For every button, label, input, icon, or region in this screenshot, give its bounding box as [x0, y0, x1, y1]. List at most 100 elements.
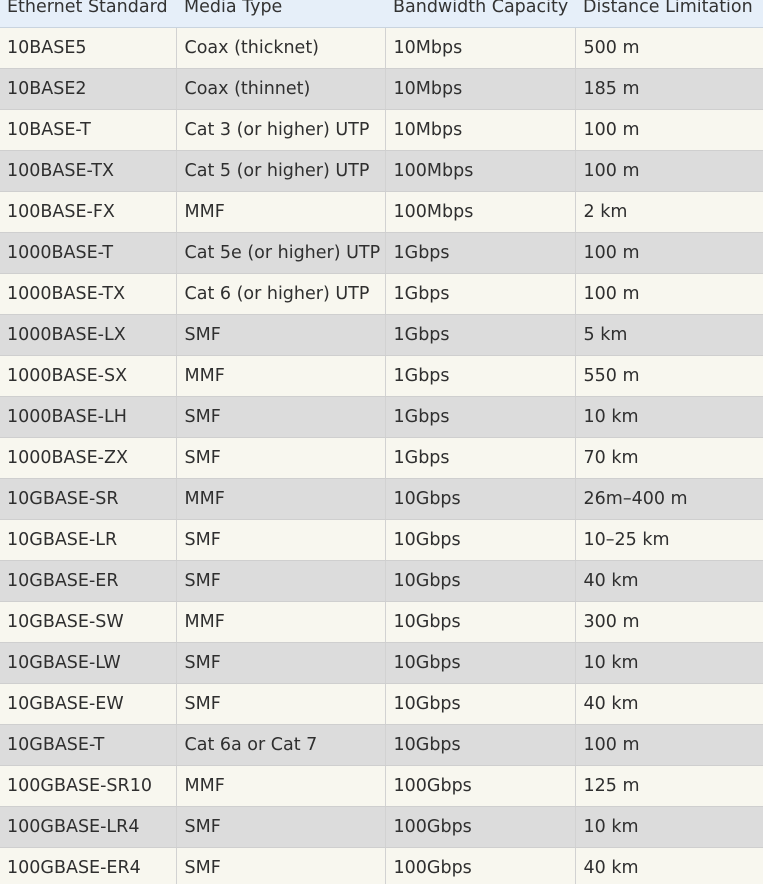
bandwidth-capacity-cell: 1Gbps: [385, 396, 576, 438]
ethernet-standard-cell: 1000BASE-LX: [0, 314, 177, 356]
column-header-ethernet-standard: Ethernet Standard: [0, 0, 176, 28]
bandwidth-capacity-cell: 10Mbps: [385, 109, 576, 151]
table-row: 10GBASE-ER SMF 10Gbps 40 km: [0, 560, 763, 602]
distance-limitation-cell: 5 km: [575, 314, 763, 356]
distance-limitation-cell: 10 km: [575, 642, 763, 684]
distance-limitation-cell: 2 km: [575, 191, 763, 233]
ethernet-standard-cell: 1000BASE-SX: [0, 355, 177, 397]
table-row: 100GBASE-ER4 SMF 100Gbps 40 km: [0, 847, 763, 884]
table-row: 10GBASE-LW SMF 10Gbps 10 km: [0, 642, 763, 684]
table-row: 1000BASE-SX MMF 1Gbps 550 m: [0, 355, 763, 397]
bandwidth-capacity-cell: 1Gbps: [385, 437, 576, 479]
distance-limitation-cell: 550 m: [575, 355, 763, 397]
media-type-cell: SMF: [176, 683, 386, 725]
ethernet-standard-cell: 100BASE-TX: [0, 150, 177, 192]
bandwidth-capacity-cell: 10Gbps: [385, 642, 576, 684]
distance-limitation-cell: 40 km: [575, 847, 763, 884]
media-type-cell: MMF: [176, 765, 386, 807]
media-type-cell: SMF: [176, 642, 386, 684]
distance-limitation-cell: 100 m: [575, 109, 763, 151]
media-type-cell: SMF: [176, 519, 386, 561]
table-row: 1000BASE-T Cat 5e (or higher) UTP 1Gbps 100…: [0, 232, 763, 274]
bandwidth-capacity-cell: 10Gbps: [385, 724, 576, 766]
media-type-cell: SMF: [176, 437, 386, 479]
ethernet-standard-cell: 1000BASE-TX: [0, 273, 177, 315]
bandwidth-capacity-cell: 100Gbps: [385, 806, 576, 848]
media-type-cell: SMF: [176, 806, 386, 848]
table-row: 1000BASE-ZX SMF 1Gbps 70 km: [0, 437, 763, 479]
table-row: 10GBASE-SR MMF 10Gbps 26m–400 m: [0, 478, 763, 520]
table-body: 10BASE5 Coax (thicknet) 10Mbps 500 m 10BASE2…: [0, 27, 763, 884]
ethernet-standard-cell: 10GBASE-SR: [0, 478, 177, 520]
media-type-cell: Cat 5e (or higher) UTP: [176, 232, 386, 274]
media-type-cell: SMF: [176, 847, 386, 884]
distance-limitation-cell: 100 m: [575, 150, 763, 192]
media-type-cell: MMF: [176, 478, 386, 520]
table-row: 1000BASE-LH SMF 1Gbps 10 km: [0, 396, 763, 438]
ethernet-standards-table: Ethernet Standard Media Type Bandwidth C…: [0, 0, 763, 884]
table-row: 10GBASE-SW MMF 10Gbps 300 m: [0, 601, 763, 643]
table-row: 10BASE-T Cat 3 (or higher) UTP 10Mbps 100 m: [0, 109, 763, 151]
distance-limitation-cell: 125 m: [575, 765, 763, 807]
header-row: Ethernet Standard Media Type Bandwidth C…: [0, 0, 763, 28]
table-row: 100GBASE-LR4 SMF 100Gbps 10 km: [0, 806, 763, 848]
table-row: 10GBASE-LR SMF 10Gbps 10–25 km: [0, 519, 763, 561]
table-header: Ethernet Standard Media Type Bandwidth C…: [0, 0, 763, 28]
bandwidth-capacity-cell: 1Gbps: [385, 232, 576, 274]
distance-limitation-cell: 100 m: [575, 724, 763, 766]
media-type-cell: Cat 6a or Cat 7: [176, 724, 386, 766]
media-type-cell: MMF: [176, 601, 386, 643]
table-row: 10BASE5 Coax (thicknet) 10Mbps 500 m: [0, 27, 763, 69]
media-type-cell: Coax (thinnet): [176, 68, 386, 110]
distance-limitation-cell: 100 m: [575, 232, 763, 274]
table-row: 100BASE-FX MMF 100Mbps 2 km: [0, 191, 763, 233]
distance-limitation-cell: 500 m: [575, 27, 763, 69]
column-header-distance-limitation: Distance Limitation: [575, 0, 763, 28]
table-row: 1000BASE-TX Cat 6 (or higher) UTP 1Gbps 100…: [0, 273, 763, 315]
table-row: 100GBASE-SR10 MMF 100Gbps 125 m: [0, 765, 763, 807]
ethernet-standard-cell: 10GBASE-EW: [0, 683, 177, 725]
bandwidth-capacity-cell: 100Gbps: [385, 847, 576, 884]
distance-limitation-cell: 10 km: [575, 806, 763, 848]
media-type-cell: MMF: [176, 355, 386, 397]
distance-limitation-cell: 100 m: [575, 273, 763, 315]
bandwidth-capacity-cell: 10Gbps: [385, 601, 576, 643]
distance-limitation-cell: 300 m: [575, 601, 763, 643]
distance-limitation-cell: 10–25 km: [575, 519, 763, 561]
ethernet-standard-cell: 1000BASE-T: [0, 232, 177, 274]
column-header-bandwidth-capacity: Bandwidth Capacity: [385, 0, 575, 28]
table-row: 10GBASE-T Cat 6a or Cat 7 10Gbps 100 m: [0, 724, 763, 766]
ethernet-standard-cell: 10BASE2: [0, 68, 177, 110]
media-type-cell: SMF: [176, 314, 386, 356]
bandwidth-capacity-cell: 10Gbps: [385, 478, 576, 520]
bandwidth-capacity-cell: 1Gbps: [385, 314, 576, 356]
ethernet-standard-cell: 10GBASE-LW: [0, 642, 177, 684]
ethernet-standard-cell: 100GBASE-ER4: [0, 847, 177, 884]
media-type-cell: Cat 6 (or higher) UTP: [176, 273, 386, 315]
ethernet-standard-cell: 10GBASE-ER: [0, 560, 177, 602]
ethernet-standard-cell: 10GBASE-SW: [0, 601, 177, 643]
ethernet-standard-cell: 10BASE-T: [0, 109, 177, 151]
bandwidth-capacity-cell: 1Gbps: [385, 273, 576, 315]
bandwidth-capacity-cell: 10Mbps: [385, 68, 576, 110]
bandwidth-capacity-cell: 10Mbps: [385, 27, 576, 69]
media-type-cell: Cat 5 (or higher) UTP: [176, 150, 386, 192]
media-type-cell: SMF: [176, 560, 386, 602]
bandwidth-capacity-cell: 100Mbps: [385, 191, 576, 233]
ethernet-standard-cell: 100GBASE-SR10: [0, 765, 177, 807]
media-type-cell: Coax (thicknet): [176, 27, 386, 69]
bandwidth-capacity-cell: 10Gbps: [385, 683, 576, 725]
table-row: 100BASE-TX Cat 5 (or higher) UTP 100Mbps 10…: [0, 150, 763, 192]
table-row: 10GBASE-EW SMF 10Gbps 40 km: [0, 683, 763, 725]
ethernet-standard-cell: 100GBASE-LR4: [0, 806, 177, 848]
bandwidth-capacity-cell: 10Gbps: [385, 560, 576, 602]
ethernet-standard-cell: 10GBASE-LR: [0, 519, 177, 561]
ethernet-standards-table-container: Ethernet Standard Media Type Bandwidth C…: [0, 0, 763, 884]
table-row: 1000BASE-LX SMF 1Gbps 5 km: [0, 314, 763, 356]
bandwidth-capacity-cell: 100Mbps: [385, 150, 576, 192]
media-type-cell: SMF: [176, 396, 386, 438]
media-type-cell: MMF: [176, 191, 386, 233]
media-type-cell: Cat 3 (or higher) UTP: [176, 109, 386, 151]
ethernet-standard-cell: 10GBASE-T: [0, 724, 177, 766]
distance-limitation-cell: 70 km: [575, 437, 763, 479]
